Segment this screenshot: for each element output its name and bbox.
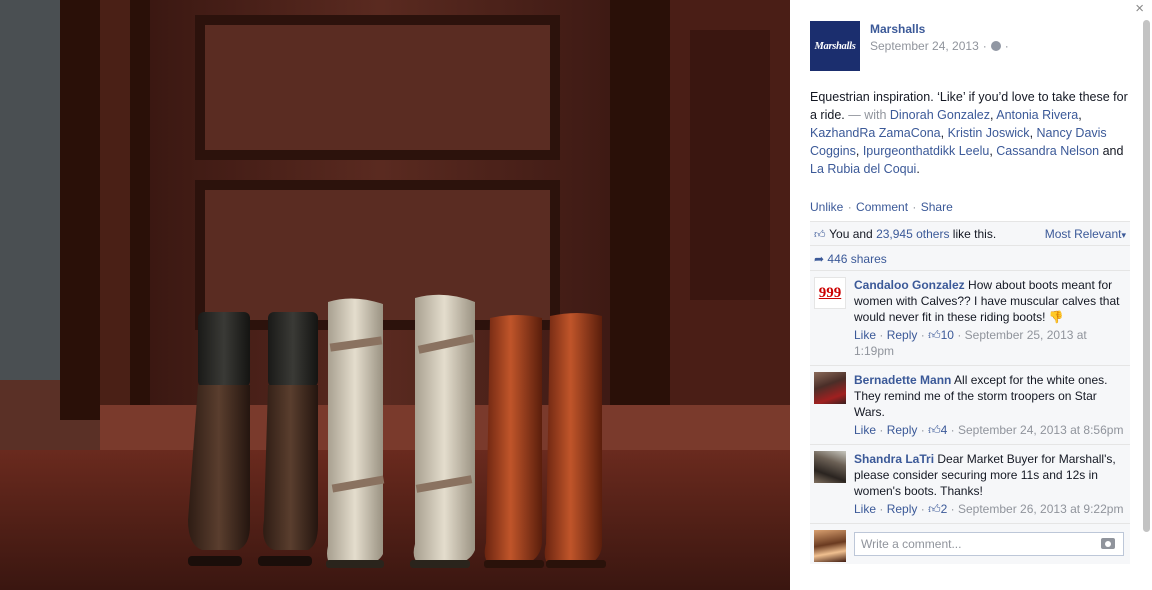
- thumbs-up-icon: 👍︎: [928, 502, 941, 516]
- likes-summary: 👍︎ You and 23,945 others like this. Most…: [810, 222, 1130, 246]
- comment-link[interactable]: Comment: [856, 200, 908, 214]
- tagged-person-link[interactable]: Dinorah Gonzalez: [890, 108, 990, 122]
- comment-author[interactable]: Shandra LaTri: [854, 452, 934, 466]
- meta-separator: ·: [950, 423, 955, 437]
- shares-summary[interactable]: ➦ 446 shares: [810, 246, 1130, 271]
- thumbs-up-icon: 👍︎: [928, 328, 941, 342]
- comment-meta: Like · Reply · 👍︎10 · September 25, 2013…: [854, 327, 1124, 359]
- camera-icon[interactable]: [1101, 538, 1115, 549]
- shares-count: 446 shares: [827, 252, 887, 266]
- tag-separator: .: [916, 162, 920, 176]
- comment-meta: Like · Reply · 👍︎4 · September 24, 2013 …: [854, 422, 1124, 438]
- comment-body: Bernadette Mann All except for the white…: [854, 372, 1124, 420]
- tag-separator: ,: [940, 126, 948, 140]
- commenter-avatar[interactable]: 999: [814, 277, 846, 309]
- tagged-person-link[interactable]: Cassandra Nelson: [996, 144, 1099, 158]
- action-separator: ·: [847, 200, 852, 214]
- meta-separator: ·: [950, 502, 955, 516]
- viewer-avatar[interactable]: [814, 530, 846, 562]
- post-actions: Unlike · Comment · Share: [810, 200, 953, 214]
- comment-body: Candaloo Gonzalez How about boots meant …: [854, 277, 1124, 325]
- tagged-person-link[interactable]: Antonia Rivera: [996, 108, 1078, 122]
- comment-author[interactable]: Candaloo Gonzalez: [854, 278, 965, 292]
- commenter-avatar[interactable]: [814, 451, 846, 483]
- meta-separator: ·: [920, 502, 925, 516]
- commenter-avatar[interactable]: [814, 372, 846, 404]
- comment-likes-count[interactable]: 👍︎2: [928, 502, 947, 516]
- comment-likes-number: 2: [940, 502, 948, 516]
- comments-list: 999 Candaloo Gonzalez How about boots mea…: [810, 271, 1130, 524]
- comment-reply-link[interactable]: Reply: [887, 423, 918, 437]
- comment-timestamp[interactable]: September 24, 2013 at 8:56pm: [958, 423, 1123, 437]
- action-separator: ·: [912, 200, 917, 214]
- comment-likes-count[interactable]: 👍︎10: [928, 328, 954, 342]
- share-arrow-icon: ➦: [814, 252, 825, 266]
- tagged-person-link[interactable]: KazhandRa ZamaCona: [810, 126, 941, 140]
- comment-likes-count[interactable]: 👍︎4: [928, 423, 947, 437]
- sort-dropdown[interactable]: Most Relevant▾: [1045, 227, 1126, 241]
- meta-separator: ·: [982, 39, 987, 53]
- scrollbar[interactable]: [1143, 20, 1150, 532]
- post-text: Equestrian inspiration. ‘Like’ if you’d …: [810, 88, 1132, 178]
- tagged-person-link[interactable]: Ipurgeonthatdikk Leelu: [863, 144, 989, 158]
- unlike-link[interactable]: Unlike: [810, 200, 843, 214]
- comment-like-link[interactable]: Like: [854, 328, 876, 342]
- page-logo[interactable]: Marshalls: [810, 21, 860, 71]
- meta-separator: ·: [879, 502, 884, 516]
- meta-separator: ·: [920, 423, 925, 437]
- write-comment-row: Write a comment...: [810, 524, 1130, 564]
- thumbs-up-icon: 👍︎: [814, 229, 826, 241]
- post-photo[interactable]: [0, 0, 790, 590]
- likes-others-link[interactable]: 23,945 others: [876, 227, 949, 241]
- post-meta: September 24, 2013 · ·: [870, 39, 1009, 53]
- comment-item: Bernadette Mann All except for the white…: [810, 366, 1130, 445]
- tag-separator: and: [1099, 144, 1124, 158]
- comment-input[interactable]: Write a comment...: [854, 532, 1124, 556]
- comment-reply-link[interactable]: Reply: [887, 328, 918, 342]
- close-icon[interactable]: ×: [1135, 1, 1144, 17]
- comment-author[interactable]: Bernadette Mann: [854, 373, 951, 387]
- chevron-down-icon: ▾: [1121, 230, 1126, 240]
- feedback-box: 👍︎ You and 23,945 others like this. Most…: [810, 221, 1130, 564]
- tag-separator: ,: [1078, 108, 1082, 122]
- thumbs-up-icon: 👍︎: [928, 423, 941, 437]
- boot-white-left: [326, 298, 385, 568]
- tag-separator: ,: [1029, 126, 1037, 140]
- boot-white-right: [410, 294, 475, 568]
- tag-separator: ,: [855, 144, 863, 158]
- globe-icon[interactable]: [990, 41, 1001, 51]
- meta-separator: ·: [920, 328, 925, 342]
- sort-label: Most Relevant: [1044, 227, 1122, 241]
- comment-item: 999 Candaloo Gonzalez How about boots mea…: [810, 271, 1130, 366]
- comment-reply-link[interactable]: Reply: [887, 502, 918, 516]
- boots-photo-illustration: [0, 0, 790, 590]
- comment-placeholder: Write a comment...: [861, 537, 962, 551]
- tagged-person-link[interactable]: Kristin Joswick: [948, 126, 1030, 140]
- meta-separator: ·: [879, 423, 884, 437]
- share-link[interactable]: Share: [921, 200, 953, 214]
- likes-prefix: You and: [829, 227, 877, 241]
- comment-like-link[interactable]: Like: [854, 502, 876, 516]
- comment-likes-number: 10: [940, 328, 954, 342]
- page-name[interactable]: Marshalls: [870, 22, 925, 36]
- comment-like-link[interactable]: Like: [854, 423, 876, 437]
- post-date[interactable]: September 24, 2013: [870, 39, 979, 53]
- tagged-person-link[interactable]: La Rubia del Coqui: [810, 162, 916, 176]
- post-side-panel: × Marshalls Marshalls September 24, 2013…: [790, 0, 1152, 590]
- meta-separator: ·: [1004, 39, 1009, 53]
- comment-likes-number: 4: [940, 423, 948, 437]
- likes-suffix: like this.: [949, 227, 997, 241]
- comment-item: Shandra LaTri Dear Market Buyer for Mars…: [810, 445, 1130, 524]
- meta-separator: ·: [957, 328, 962, 342]
- comment-timestamp[interactable]: September 26, 2013 at 9:22pm: [958, 502, 1123, 516]
- with-prefix: — with: [844, 108, 890, 122]
- boot-cognac-right: [544, 313, 606, 568]
- meta-separator: ·: [879, 328, 884, 342]
- comment-body: Shandra LaTri Dear Market Buyer for Mars…: [854, 451, 1124, 499]
- comment-meta: Like · Reply · 👍︎2 · September 26, 2013 …: [854, 501, 1124, 517]
- boot-cognac-left: [484, 315, 544, 568]
